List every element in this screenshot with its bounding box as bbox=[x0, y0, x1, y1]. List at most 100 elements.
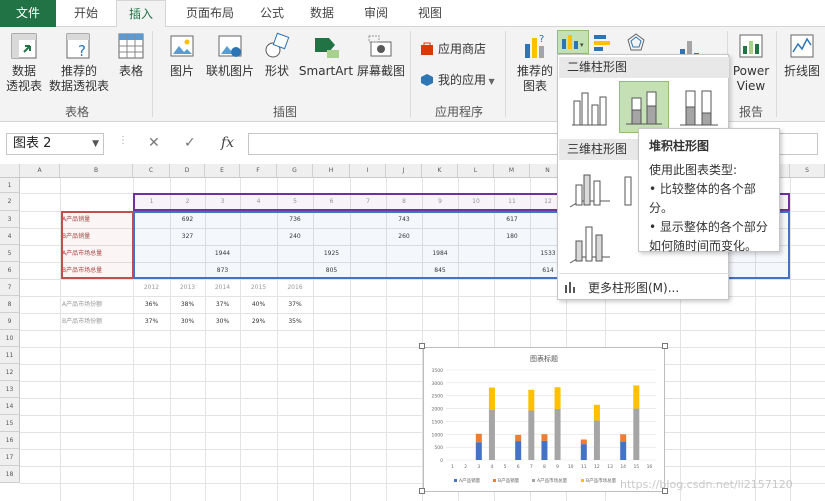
table-button[interactable]: 表格 bbox=[114, 32, 148, 79]
row-header[interactable]: 4 bbox=[0, 228, 20, 245]
column-header[interactable]: J bbox=[386, 164, 422, 178]
stacked-column-chart[interactable]: 图表标题 0 500 1000 1500 2000 2500 3000 3500 1 2 3 4 5 6 7… bbox=[423, 347, 665, 492]
row-header[interactable]: 2 bbox=[0, 193, 20, 211]
3d-stacked-column-option[interactable] bbox=[619, 163, 637, 215]
column-header[interactable]: S bbox=[790, 164, 825, 178]
3d-clustered-column-option[interactable] bbox=[564, 163, 614, 215]
cell[interactable]: A产品市场份额 bbox=[62, 297, 131, 313]
row-header[interactable]: 5 bbox=[0, 245, 20, 262]
row-header[interactable]: 1 bbox=[0, 178, 20, 193]
stacked-column-tooltip: 堆积柱形图 使用此图表类型: • 比较整体的各个部 分。 • 显示整体的各个部分… bbox=[638, 128, 780, 253]
tab-home[interactable]: 开始 bbox=[60, 0, 112, 27]
clustered-column-option[interactable] bbox=[564, 81, 614, 133]
tab-page-layout[interactable]: 页面布局 bbox=[170, 0, 250, 27]
online-picture-icon bbox=[218, 35, 242, 57]
power-view-button[interactable]: Power View bbox=[731, 32, 771, 94]
recommended-pivot-button[interactable]: ? 推荐的 数据透视表 bbox=[48, 32, 110, 94]
tab-formulas[interactable]: 公式 bbox=[252, 0, 292, 27]
column-header[interactable]: D bbox=[170, 164, 205, 178]
cell[interactable]: 37% bbox=[135, 314, 168, 330]
shapes-label: 形状 bbox=[264, 64, 289, 78]
chart-resize-handle[interactable] bbox=[662, 343, 668, 349]
enter-icon[interactable]: ✓ bbox=[184, 135, 196, 151]
formula-bar-handle-icon[interactable]: ⋮ bbox=[118, 135, 128, 146]
chart-title[interactable]: 图表标题 bbox=[530, 354, 558, 363]
online-picture-button[interactable]: 联机图片 bbox=[203, 32, 257, 79]
cell[interactable]: 2012 bbox=[135, 280, 168, 296]
cell[interactable]: 29% bbox=[242, 314, 275, 330]
row-header[interactable]: 16 bbox=[0, 432, 20, 449]
tab-view[interactable]: 视图 bbox=[410, 0, 450, 27]
column-header[interactable]: H bbox=[313, 164, 350, 178]
pivot-table-button[interactable]: 数据 透视表 bbox=[4, 32, 44, 94]
column-header[interactable]: M bbox=[494, 164, 530, 178]
stacked-column-icon bbox=[626, 91, 662, 125]
bar-chart-dropdown-button[interactable] bbox=[592, 32, 620, 54]
cancel-icon[interactable]: ✕ bbox=[148, 135, 160, 151]
radar-chart-dropdown-button[interactable] bbox=[624, 32, 652, 54]
more-column-charts-button[interactable]: 更多柱形图(M)... bbox=[564, 279, 679, 296]
chart-resize-handle[interactable] bbox=[419, 488, 425, 494]
column-header[interactable]: L bbox=[458, 164, 494, 178]
3d-column-option[interactable] bbox=[564, 217, 614, 269]
smartart-button[interactable]: SmartArt bbox=[298, 32, 354, 79]
tab-data[interactable]: 数据 bbox=[302, 0, 342, 27]
insert-function-icon[interactable]: fx bbox=[221, 135, 234, 151]
column-header[interactable]: E bbox=[205, 164, 240, 178]
row-header[interactable]: 8 bbox=[0, 296, 20, 313]
chart-resize-handle[interactable] bbox=[419, 343, 425, 349]
screenshot-button[interactable]: 屏幕截图 bbox=[355, 32, 407, 79]
recommended-charts-button[interactable]: ? 推荐的 图表 bbox=[514, 32, 556, 94]
row-header[interactable]: 18 bbox=[0, 466, 20, 483]
tab-file[interactable]: 文件 bbox=[0, 0, 56, 27]
cell[interactable]: 38% bbox=[172, 297, 203, 313]
row-header[interactable]: 14 bbox=[0, 398, 20, 415]
row-header[interactable]: 7 bbox=[0, 279, 20, 296]
column-header[interactable]: B bbox=[60, 164, 133, 178]
stacked-column-option[interactable] bbox=[619, 81, 669, 133]
grid-hline bbox=[20, 330, 825, 331]
cell[interactable]: 2014 bbox=[207, 280, 238, 296]
tab-review[interactable]: 审阅 bbox=[356, 0, 396, 27]
column-header[interactable]: I bbox=[350, 164, 386, 178]
column-header[interactable]: G bbox=[277, 164, 313, 178]
column-header[interactable]: K bbox=[422, 164, 458, 178]
cell[interactable]: 30% bbox=[172, 314, 203, 330]
my-apps-button[interactable]: 我的应用 ▼ bbox=[420, 72, 495, 90]
row-header[interactable]: 11 bbox=[0, 347, 20, 364]
percent-stacked-column-option[interactable] bbox=[674, 81, 724, 133]
cell[interactable]: B产品市场份额 bbox=[62, 314, 131, 330]
3d-clustered-column-icon bbox=[569, 174, 610, 208]
cell[interactable]: 40% bbox=[242, 297, 275, 313]
cell[interactable]: 35% bbox=[279, 314, 311, 330]
3d-stacked-column-icon bbox=[624, 176, 632, 206]
row-header[interactable]: 6 bbox=[0, 262, 20, 279]
row-header[interactable]: 13 bbox=[0, 381, 20, 398]
sparkline-line-button[interactable]: 折线图 bbox=[780, 32, 824, 79]
cell[interactable]: 2015 bbox=[242, 280, 275, 296]
name-box-dropdown-icon[interactable]: ▼ bbox=[92, 134, 99, 154]
name-box[interactable]: 图表 2 ▼ bbox=[6, 133, 104, 155]
column-header[interactable]: F bbox=[240, 164, 277, 178]
row-header[interactable]: 15 bbox=[0, 415, 20, 432]
cell[interactable]: 36% bbox=[135, 297, 168, 313]
row-header[interactable]: 10 bbox=[0, 330, 20, 347]
cell[interactable]: 37% bbox=[279, 297, 311, 313]
column-header[interactable]: A bbox=[20, 164, 60, 178]
tab-insert[interactable]: 插入 bbox=[116, 0, 166, 28]
column-header[interactable]: C bbox=[133, 164, 170, 178]
cell[interactable]: 2016 bbox=[279, 280, 311, 296]
store-button[interactable]: 应用商店 bbox=[420, 41, 486, 57]
column-chart-dropdown-button[interactable]: ▾ bbox=[557, 30, 589, 54]
row-header[interactable]: 17 bbox=[0, 449, 20, 466]
cell[interactable]: 37% bbox=[207, 297, 238, 313]
cell[interactable]: 30% bbox=[207, 314, 238, 330]
row-header[interactable]: 12 bbox=[0, 364, 20, 381]
row-header[interactable]: 9 bbox=[0, 313, 20, 330]
cell[interactable]: 2013 bbox=[172, 280, 203, 296]
picture-button[interactable]: 图片 bbox=[164, 32, 200, 79]
select-all-corner[interactable] bbox=[0, 164, 20, 178]
x-tick-label: 6 bbox=[517, 464, 520, 470]
shapes-button[interactable]: 形状 bbox=[260, 32, 294, 79]
row-header[interactable]: 3 bbox=[0, 211, 20, 228]
